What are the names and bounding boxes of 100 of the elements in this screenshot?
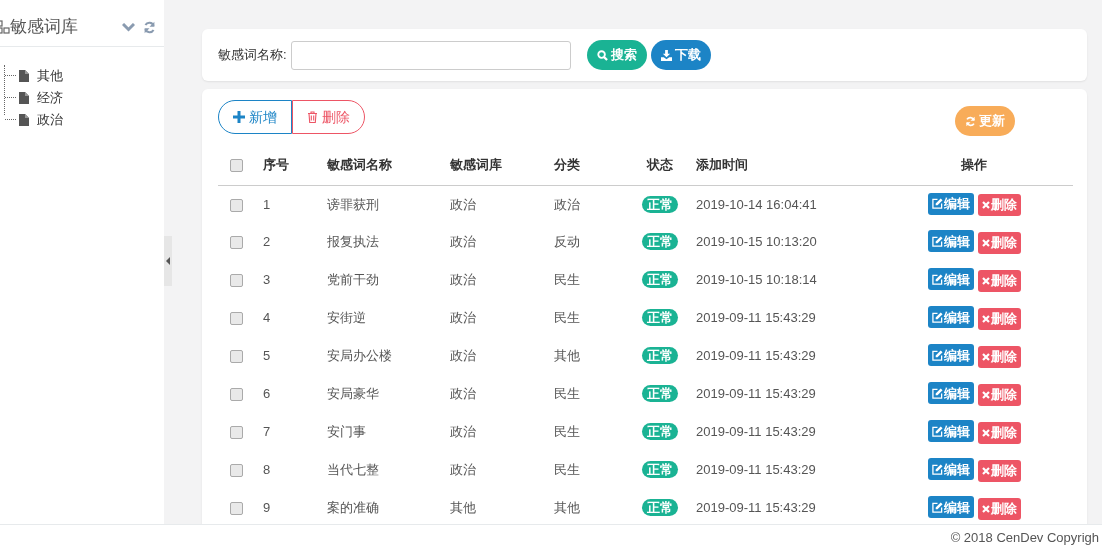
edit-icon <box>931 198 943 209</box>
table-cell: 6 <box>263 386 271 402</box>
close-icon <box>981 276 990 285</box>
add-button[interactable]: 新增 <box>218 100 292 134</box>
delete-button[interactable]: 删除 <box>977 307 1021 330</box>
trash-icon <box>307 111 318 123</box>
edit-button[interactable]: 编辑 <box>927 306 974 329</box>
status-badge: 正常 <box>642 233 678 251</box>
table-cell: 民生 <box>554 424 580 440</box>
edit-button[interactable]: 编辑 <box>927 344 974 367</box>
table-cell: 党前干劲 <box>327 272 379 288</box>
status-badge: 正常 <box>642 271 678 289</box>
select-all-checkbox[interactable] <box>230 159 243 173</box>
sitemap-icon <box>0 20 10 34</box>
table-cell: 民生 <box>554 272 580 288</box>
table-cell: 安街逆 <box>327 310 366 326</box>
edit-button[interactable]: 编辑 <box>927 458 974 481</box>
row-checkbox[interactable] <box>230 464 243 478</box>
table-cell: 案的准确 <box>327 500 379 516</box>
edit-button[interactable]: 编辑 <box>927 230 974 253</box>
delete-button[interactable]: 删除 <box>292 100 365 134</box>
row-checkbox[interactable] <box>230 350 243 364</box>
delete-button[interactable]: 删除 <box>977 231 1021 254</box>
table-cell: 2019-10-15 10:13:20 <box>696 234 817 250</box>
edit-icon <box>931 463 943 475</box>
table-cell: 2019-09-11 15:43:29 <box>696 462 816 478</box>
plus-icon <box>233 111 245 123</box>
refresh-icon[interactable] <box>143 20 156 34</box>
collapse-handle[interactable] <box>164 236 172 286</box>
table-cell: 安局办公楼 <box>327 348 392 364</box>
tree-item[interactable]: 其他 <box>37 66 63 86</box>
table-cell: 2019-09-11 15:43:29 <box>696 386 816 402</box>
table-cell: 2019-09-11 15:43:29 <box>696 310 816 326</box>
table-cell: 9 <box>263 500 271 516</box>
table-cell: 政治 <box>450 272 476 288</box>
close-icon <box>981 314 990 323</box>
table-cell: 政治 <box>450 424 476 440</box>
edit-button[interactable]: 编辑 <box>927 420 974 443</box>
table-cell: 2019-09-11 15:43:29 <box>696 424 816 440</box>
row-checkbox[interactable] <box>230 236 243 250</box>
edit-icon <box>931 425 943 437</box>
delete-button[interactable]: 删除 <box>977 345 1021 368</box>
table-cell: 7 <box>263 424 271 440</box>
table-cell: 政治 <box>450 196 476 212</box>
delete-button[interactable]: 删除 <box>977 269 1021 292</box>
table-cell: 4 <box>263 310 271 326</box>
delete-button[interactable]: 删除 <box>977 421 1021 444</box>
status-badge: 正常 <box>642 461 678 479</box>
sidebar-title: 敏感词库 <box>10 16 78 39</box>
table-cell: 1 <box>263 196 271 212</box>
row-checkbox[interactable] <box>230 312 243 326</box>
close-icon <box>981 504 990 513</box>
edit-button[interactable]: 编辑 <box>927 382 974 405</box>
table-cell: 2019-09-11 15:43:29 <box>696 348 816 364</box>
row-checkbox[interactable] <box>230 502 243 516</box>
delete-button[interactable]: 删除 <box>977 383 1021 406</box>
edit-button[interactable]: 编辑 <box>927 192 974 215</box>
table-cell: 安门事 <box>327 424 366 440</box>
table-cell: 反动 <box>554 234 580 250</box>
keyword-field[interactable] <box>290 40 571 70</box>
table-cell: 其他 <box>450 500 476 516</box>
tree-item[interactable]: 政治 <box>37 110 63 130</box>
copyright-text: © 2018 CenDev Copyrigh <box>950 528 1099 547</box>
column-header: 添加时间 <box>696 157 748 172</box>
refresh-icon <box>965 115 976 127</box>
close-icon <box>981 428 990 437</box>
chevron-down-icon[interactable] <box>122 22 135 32</box>
status-badge: 正常 <box>642 499 678 517</box>
delete-button[interactable]: 删除 <box>977 194 1021 216</box>
search-label: 敏感词名称: <box>218 46 287 65</box>
row-checkbox[interactable] <box>230 388 243 402</box>
status-badge: 正常 <box>642 385 678 403</box>
delete-button[interactable]: 删除 <box>977 497 1021 520</box>
column-header: 操作 <box>961 157 987 172</box>
table-cell: 当代七整 <box>327 462 379 478</box>
row-checkbox[interactable] <box>230 426 243 440</box>
table-cell: 8 <box>263 462 271 478</box>
status-badge: 正常 <box>642 347 678 365</box>
row-checkbox[interactable] <box>230 274 243 288</box>
status-badge: 正常 <box>642 309 678 327</box>
edit-button[interactable]: 编辑 <box>927 268 974 291</box>
table-cell: 其他 <box>554 500 580 516</box>
search-button[interactable]: 搜索 <box>586 40 647 70</box>
table-cell: 2 <box>263 234 271 250</box>
status-badge: 正常 <box>642 423 678 441</box>
column-header: 序号 <box>263 157 289 172</box>
download-button[interactable]: 下载 <box>650 40 711 70</box>
column-header: 敏感词名称 <box>327 157 392 172</box>
file-icon <box>19 114 29 126</box>
edit-button[interactable]: 编辑 <box>927 496 974 519</box>
status-badge: 正常 <box>642 195 678 213</box>
delete-button[interactable]: 删除 <box>977 459 1021 482</box>
table-cell: 政治 <box>450 234 476 250</box>
download-icon <box>660 49 672 61</box>
table-cell: 民生 <box>554 310 580 326</box>
file-icon <box>19 92 29 104</box>
row-checkbox[interactable] <box>230 198 243 212</box>
tree-item[interactable]: 经济 <box>37 88 63 108</box>
table-cell: 政治 <box>450 348 476 364</box>
edit-icon <box>931 235 943 247</box>
